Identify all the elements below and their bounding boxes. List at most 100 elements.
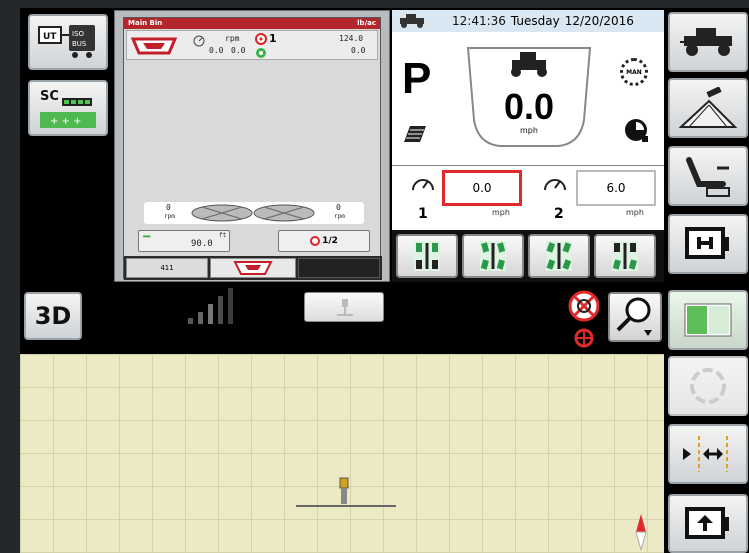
rate-tab-1-label: 411 — [160, 264, 174, 272]
actual-rate: 0.0 — [351, 46, 366, 55]
steer-mode-crab-button[interactable] — [528, 234, 590, 278]
steer-front-icon — [414, 241, 440, 271]
rate-controller-title-bar: Main Bin lb/ac — [124, 18, 380, 29]
isobus-icon: UT ISO BUS — [38, 25, 95, 58]
spinner-status-row: 0 rpm 0 rpm — [144, 202, 364, 224]
section-toggle-label: 1/2 — [322, 236, 338, 246]
right-spinner-value: 0 — [336, 203, 341, 212]
left-spinner-value: 0 — [166, 203, 171, 212]
set-speed-2-field[interactable]: 6.0 — [576, 170, 656, 206]
steer-rear-icon — [612, 241, 638, 271]
ut-isobus-button[interactable]: UT ISO BUS — [28, 14, 108, 70]
manual-mode-icon[interactable]: MAN — [620, 58, 648, 86]
section-control-icon: SC + + + — [40, 89, 96, 128]
magnifier-icon — [616, 297, 652, 336]
svg-text:ISO: ISO — [72, 30, 85, 38]
set-speed-1-number: 1 — [418, 206, 428, 222]
clock-date: 12/20/2016 — [564, 14, 634, 28]
steer-mode-front-button[interactable] — [396, 234, 458, 278]
implement-icon — [337, 299, 353, 316]
set-speed-1-field[interactable]: 0.0 — [442, 170, 522, 206]
screen-root: UT ISO BUS SC + + + 3D Main Bin lb/ac rp… — [0, 0, 749, 553]
zoom-button[interactable] — [608, 292, 662, 342]
rate-tab-empty[interactable] — [298, 258, 380, 278]
implement-view-button[interactable] — [304, 292, 384, 322]
svg-text:SC: SC — [40, 89, 59, 104]
speed-sensor-icon — [193, 35, 205, 47]
guidance-button[interactable] — [668, 78, 748, 138]
set-speed-1-unit: mph — [492, 208, 510, 217]
field-map[interactable] — [20, 354, 664, 553]
section-off-icon — [255, 33, 267, 45]
rpm-value: 0.0 — [209, 46, 224, 55]
rate-unit: lb/ac — [357, 19, 376, 27]
seat-settings-button[interactable] — [668, 146, 748, 206]
operator-seat-icon — [686, 157, 730, 197]
timer-icon[interactable] — [622, 116, 652, 144]
vehicle-position-icon — [296, 477, 396, 507]
satellite-guidance-icon — [679, 87, 737, 128]
zero-value: 0.0 — [231, 46, 246, 55]
steer-mode-rear-button[interactable] — [594, 234, 656, 278]
bin-name: Main Bin — [128, 19, 163, 27]
left-spinner-unit: rpm — [164, 213, 175, 220]
rate-tab-bar: 411 — [124, 256, 382, 280]
vehicle-settings-button[interactable] — [668, 12, 748, 72]
view-3d-button[interactable]: 3D — [24, 292, 82, 340]
section-on-icon — [256, 48, 266, 58]
svg-text:UT: UT — [43, 32, 57, 42]
section-toggle-button[interactable]: 1/2 — [278, 230, 370, 252]
set-speed-2-value: 6.0 — [606, 181, 626, 195]
set-speed-2-number: 2 — [554, 206, 564, 222]
steering-disengaged-icon — [568, 290, 600, 348]
sprayer-vehicle-icon — [680, 28, 732, 56]
clock-day: Tuesday — [510, 14, 560, 28]
speed-unit: mph — [520, 126, 538, 135]
bin-sub: ft — [219, 232, 227, 239]
steer-mode-coordinated-button[interactable] — [462, 234, 524, 278]
set-speed-1-value: 0.0 — [472, 181, 492, 195]
split-screen-icon — [684, 303, 732, 337]
split-view-button[interactable] — [668, 290, 748, 350]
vehicle-small-icon — [400, 14, 424, 28]
svg-text:BUS: BUS — [72, 40, 87, 48]
guidance-offset-button[interactable] — [668, 424, 748, 484]
manual-mode-label: MAN — [626, 68, 642, 76]
target-rate: 124.0 — [339, 34, 364, 43]
datetime-bar: 12:41:36 Tuesday 12/20/2016 — [392, 10, 664, 32]
rate-tab-1[interactable]: 411 — [126, 258, 208, 278]
section-number: 1 — [269, 32, 277, 45]
spreader-tab-icon — [233, 261, 273, 275]
north-compass-icon — [635, 514, 647, 550]
view-3d-label: 3D — [34, 302, 72, 330]
auto-guidance-button[interactable] — [668, 356, 748, 416]
clock-time: 12:41:36 — [452, 14, 506, 28]
spreader-icon — [131, 37, 177, 55]
speed-value: 0.0 — [503, 86, 555, 127]
bin-level-button[interactable]: ▬▬ ft 90.0 — [138, 230, 230, 252]
right-spinner-unit: rpm — [334, 213, 345, 220]
bin-status-row: rpm 0.0 0.0 1 124.0 0.0 — [126, 30, 378, 60]
track-icon — [404, 126, 426, 142]
rate-controller-panel: Main Bin lb/ac rpm 0.0 0.0 1 124.0 0.0 0… — [114, 10, 390, 282]
upload-monitor-icon — [685, 506, 729, 539]
export-button[interactable] — [668, 494, 748, 553]
circular-path-icon — [690, 368, 726, 404]
steering-mode-row — [392, 230, 664, 282]
rate-controller-screen: Main Bin lb/ac rpm 0.0 0.0 1 124.0 0.0 0… — [123, 17, 382, 280]
offset-arrows-icon — [683, 436, 728, 472]
rate-tab-spreader[interactable] — [210, 258, 296, 278]
gear-indicator: P — [402, 54, 432, 103]
spinner-discs-icon — [191, 204, 315, 222]
rpm-label: rpm — [225, 34, 240, 43]
diagnostics-button[interactable] — [668, 214, 748, 274]
section-control-button[interactable]: SC + + + — [28, 80, 108, 136]
speed-panel: 12:41:36 Tuesday 12/20/2016 P 0.0 mph MA… — [392, 10, 664, 282]
steer-coordinated-icon — [480, 241, 506, 271]
section-toggle-icon — [310, 236, 321, 246]
gauge-2-icon — [544, 179, 566, 191]
speed-divider — [392, 165, 664, 166]
steer-crab-icon — [546, 241, 572, 271]
signal-strength-icon — [188, 288, 233, 324]
gauge-1-icon — [412, 179, 434, 191]
